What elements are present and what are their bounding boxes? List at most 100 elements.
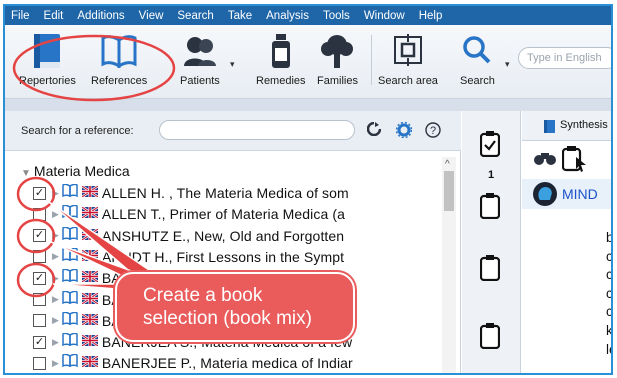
expand-arrow-icon[interactable]: ▶ (52, 337, 59, 348)
open-book-icon (62, 226, 78, 245)
scroll-thumb[interactable] (444, 171, 454, 211)
reference-row[interactable]: ✓ ▶ ANSHUTZ E., New, Old and Forgotten (33, 226, 344, 246)
expand-arrow-icon[interactable]: ▶ (52, 273, 59, 284)
search-area-button[interactable]: Search area (378, 31, 438, 87)
clipboard-icon[interactable] (479, 323, 501, 354)
reference-row[interactable]: ▶ ALLEN T., Primer of Materia Medica (a (33, 204, 345, 224)
families-button[interactable]: Families (317, 31, 358, 87)
refresh-icon[interactable] (366, 121, 382, 141)
reference-title: ALLEN H. , The Materia Medica of som (101, 185, 349, 201)
clipboard-icon[interactable] (479, 255, 501, 286)
reference-row[interactable]: ▶ BANERJEE P., Materia medica of Indiar (33, 353, 353, 373)
remedy-bottle-icon (269, 31, 293, 71)
settings-gear-icon[interactable] (395, 121, 413, 143)
repertories-button[interactable]: Repertories (19, 31, 76, 87)
search-button[interactable]: Search (460, 31, 495, 87)
uk-flag-icon (81, 354, 99, 372)
families-label: Families (317, 75, 358, 87)
toolbar: Repertories References Patients ▾ Remedi… (5, 25, 611, 99)
checked-checkbox[interactable]: ✓ (33, 271, 46, 285)
menu-view[interactable]: View (139, 10, 164, 22)
clipboard-cursor-icon[interactable] (561, 145, 588, 178)
reference-search-input[interactable] (159, 120, 355, 140)
expand-arrow-icon[interactable]: ▶ (52, 251, 59, 262)
uk-flag-icon (81, 227, 99, 245)
reference-row[interactable]: ▶ ARNDT H., First Lessons in the Sympt (33, 247, 344, 267)
patients-button[interactable]: Patients (180, 31, 220, 87)
checked-checkbox[interactable]: ✓ (33, 229, 46, 243)
toolbar-separator (371, 35, 372, 85)
rubric-text: c (606, 248, 613, 264)
remedies-button[interactable]: Remedies (256, 31, 306, 87)
app-window: File Edit Additions View Search Take Ana… (3, 4, 613, 375)
expand-arrow-icon[interactable]: ▶ (52, 209, 59, 220)
checkbox[interactable] (33, 250, 46, 264)
checkbox[interactable] (33, 207, 46, 221)
menu-tools[interactable]: Tools (323, 10, 350, 22)
reference-title: ANSHUTZ E., New, Old and Forgotten (101, 227, 345, 244)
checkbox[interactable] (33, 356, 46, 370)
clipboard-strip: 1 (462, 111, 521, 373)
patients-dropdown-icon[interactable]: ▾ (230, 59, 235, 70)
open-book-icon (101, 31, 137, 71)
menu-search[interactable]: Search (177, 10, 213, 22)
clipboard-number: 1 (488, 169, 495, 181)
menu-edit[interactable]: Edit (44, 10, 64, 22)
menu-window[interactable]: Window (364, 10, 405, 22)
search-dropdown-icon[interactable]: ▾ (505, 59, 510, 70)
open-book-icon (62, 332, 78, 351)
patients-label: Patients (180, 75, 220, 87)
reference-search-label: Search for a reference: (21, 125, 134, 137)
scroll-up-arrow-icon[interactable]: ^ (445, 159, 450, 170)
reference-row[interactable]: ✓ ▶ ALLEN H. , The Materia Medica of som (33, 183, 349, 203)
expand-arrow-icon[interactable]: ▶ (52, 230, 59, 241)
rubric-text: k (606, 322, 613, 338)
menu-bar: File Edit Additions View Search Take Ana… (5, 6, 611, 25)
checkbox[interactable] (33, 314, 46, 328)
menu-additions[interactable]: Additions (77, 10, 124, 22)
open-book-icon (62, 268, 78, 287)
rubric-text: c (606, 267, 613, 283)
checked-checkbox[interactable]: ✓ (33, 186, 46, 200)
expand-arrow-icon[interactable]: ▶ (52, 358, 59, 369)
expand-arrow-icon[interactable]: ▶ (52, 315, 59, 326)
synthesis-panel: Synthesis MIND b c c c c k le (522, 111, 613, 373)
toolbar-subbar (5, 99, 611, 111)
help-icon[interactable]: ? (425, 122, 441, 143)
repertory-book-icon (32, 31, 62, 71)
callout-line-2: selection (book mix) (143, 308, 312, 329)
tree-root-label: Materia Medica (33, 163, 130, 179)
uk-flag-icon (81, 184, 99, 202)
mind-head-icon (532, 182, 558, 211)
menu-file[interactable]: File (11, 10, 30, 22)
references-label: References (91, 75, 148, 87)
rubric-text: c (606, 304, 613, 320)
annotation-callout: Create a book selection (book mix) (115, 272, 355, 342)
open-book-icon (62, 247, 78, 266)
patients-icon (182, 31, 218, 71)
synthesis-tab[interactable]: Synthesis (522, 111, 611, 141)
reference-search-bar: Search for a reference: ? (5, 111, 461, 151)
checkbox[interactable] (33, 293, 46, 306)
menu-help[interactable]: Help (419, 10, 443, 22)
magnifier-icon (462, 31, 492, 71)
expand-arrow-icon[interactable]: ▶ (52, 294, 59, 305)
menu-take[interactable]: Take (228, 10, 252, 22)
checked-checkbox[interactable]: ✓ (33, 335, 46, 349)
binoculars-icon[interactable] (534, 150, 556, 171)
uk-flag-icon (81, 269, 99, 287)
uk-flag-icon (81, 312, 99, 330)
expand-arrow-icon[interactable]: ▶ (52, 188, 59, 199)
vertical-scrollbar[interactable]: ^ (442, 157, 456, 373)
collapse-triangle-icon[interactable]: ▼ (21, 168, 31, 179)
clipboard-icon[interactable] (479, 193, 501, 224)
mind-label: MIND (562, 186, 598, 202)
clipboard-checked-icon[interactable] (479, 131, 501, 162)
tree-root-materia-medica[interactable]: ▼ Materia Medica (21, 163, 130, 179)
menu-analysis[interactable]: Analysis (266, 10, 309, 22)
rubric-row-mind[interactable]: MIND (522, 179, 611, 211)
open-book-icon (62, 311, 78, 330)
references-button[interactable]: References (91, 31, 147, 87)
callout-line-1: Create a book (143, 285, 263, 306)
search-english-input[interactable]: Type in English (518, 47, 611, 69)
